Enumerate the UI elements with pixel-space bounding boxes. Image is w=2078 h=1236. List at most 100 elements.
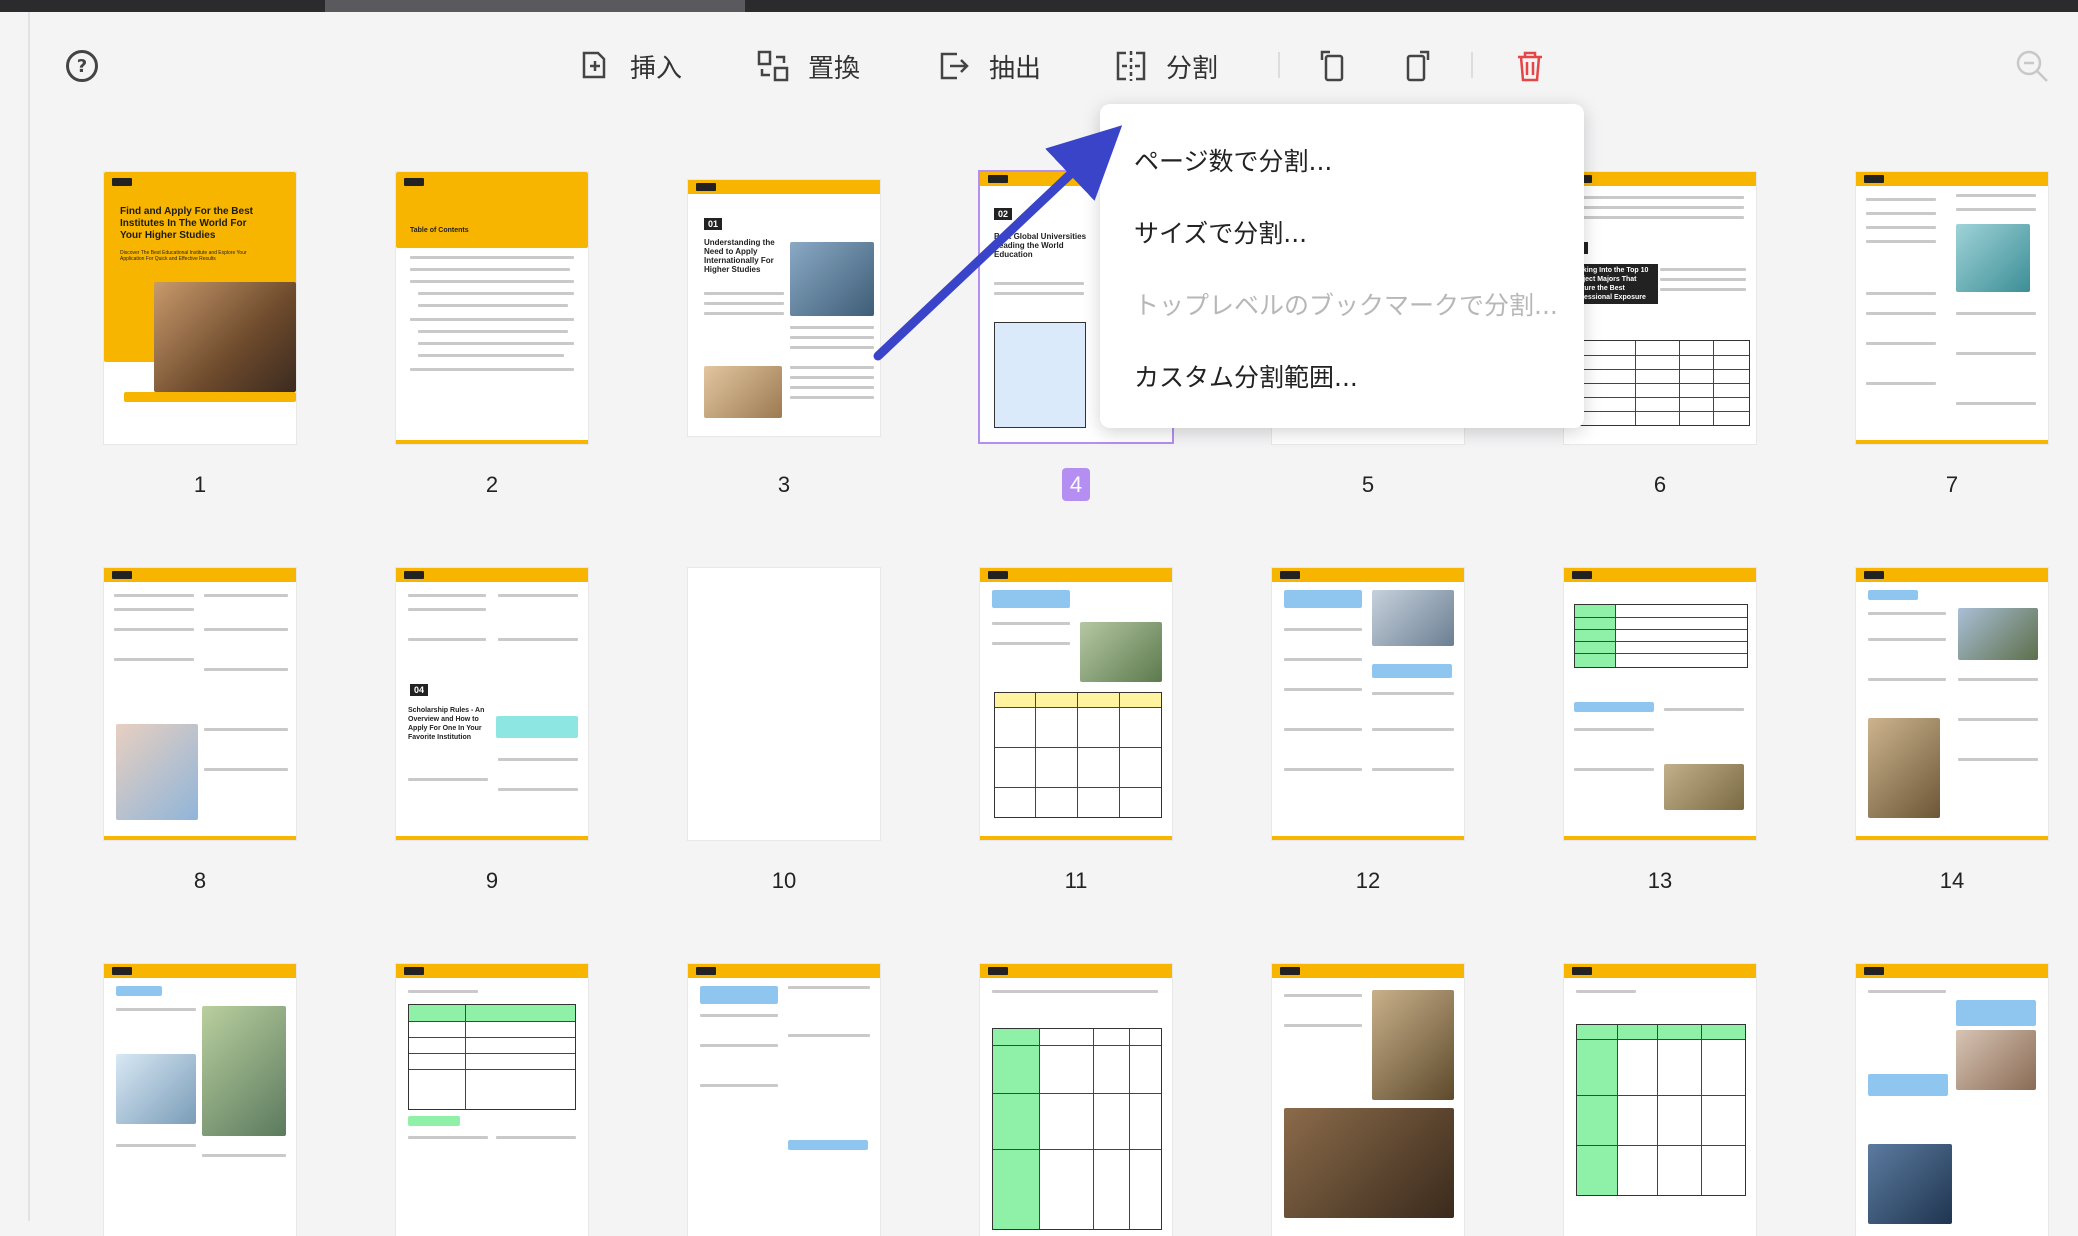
text-line (1284, 728, 1362, 731)
highlight-box (788, 1140, 868, 1150)
header-band (1272, 568, 1464, 582)
page-thumbnail[interactable]: 01 Understanding the Need to Apply Inter… (688, 180, 880, 436)
page-thumbnail[interactable] (104, 568, 296, 840)
insert-icon (582, 51, 606, 79)
text-line (1958, 758, 2038, 761)
text-line (788, 1034, 870, 1037)
page-thumbnail[interactable] (1856, 964, 2048, 1236)
page-thumbnail[interactable] (1272, 964, 1464, 1236)
toc-line (410, 256, 574, 259)
toc-line (410, 318, 574, 321)
text-line (1866, 212, 1936, 215)
content-photo (1868, 1144, 1952, 1224)
active-tab-strip (325, 0, 745, 12)
text-line (1284, 994, 1362, 997)
rotate-left-icon[interactable] (1316, 48, 1352, 84)
rotate-right-icon[interactable] (1398, 48, 1434, 84)
highlight-box (1868, 1074, 1948, 1096)
header-band (104, 568, 296, 582)
page-thumbnail[interactable] (1856, 568, 2048, 840)
text-line (116, 1008, 196, 1011)
page-thumbnail[interactable]: 03 Looking Into the Top 10 Subject Major… (1564, 172, 1756, 444)
chapter-number: 04 (410, 684, 429, 696)
text-line (700, 1084, 778, 1087)
insert-button[interactable]: 挿入 (578, 46, 682, 86)
split-button[interactable]: 分割 (1114, 46, 1218, 86)
toc-line (418, 330, 568, 333)
text-line (1956, 194, 2036, 197)
page-thumbnail[interactable] (104, 964, 296, 1236)
zoom-icon[interactable] (2014, 48, 2050, 84)
page-thumbnail[interactable] (1856, 172, 2048, 444)
help-button[interactable]: ? (66, 50, 98, 82)
page-thumbnail[interactable]: 04 Scholarship Rules - An Overview and H… (396, 568, 588, 840)
text-line (704, 292, 784, 295)
split-by-bookmark-item: トップレベルのブックマークで分割... (1134, 291, 1558, 320)
content-table (994, 692, 1162, 818)
text-line (790, 386, 874, 389)
logo (112, 571, 132, 579)
text-line (1958, 718, 2038, 721)
text-line (1372, 768, 1454, 771)
page-number: 6 (1653, 472, 1667, 497)
logo (988, 571, 1008, 579)
text-line (790, 336, 874, 339)
custom-split-range-item[interactable]: カスタム分割範囲... (1134, 358, 1358, 394)
split-by-size-item[interactable]: サイズで分割... (1134, 214, 1307, 250)
split-by-page-count-item[interactable]: ページ数で分割... (1134, 142, 1332, 178)
page-number: 7 (1945, 472, 1959, 497)
page-thumbnail[interactable] (396, 964, 588, 1236)
page-thumbnail[interactable]: Table of Contents (396, 172, 588, 444)
text-line (790, 396, 874, 399)
logo (1572, 571, 1592, 579)
text-line (1574, 728, 1654, 731)
bottom-band (396, 836, 588, 840)
header-band (980, 964, 1172, 978)
bottom-band (396, 440, 588, 444)
highlight-box (116, 986, 162, 996)
window-top-strip (0, 0, 2078, 12)
page-number: 11 (1064, 868, 1088, 893)
page-thumbnail[interactable] (688, 964, 880, 1236)
page-thumbnail-blank[interactable] (688, 568, 880, 840)
text-line (1868, 638, 1946, 641)
chapter-title: Best Global Universities Leading the Wor… (994, 232, 1087, 259)
highlight-box (1956, 1000, 2036, 1026)
header-band (1856, 964, 2048, 978)
page-number: 12 (1355, 868, 1381, 893)
text-line (1660, 278, 1746, 281)
toc-line (410, 280, 574, 283)
page-thumbnail[interactable] (1564, 964, 1756, 1236)
text-line (114, 594, 194, 597)
content-photo (1956, 1030, 2036, 1090)
content-table (1576, 1024, 1746, 1196)
page-thumbnail[interactable] (1272, 568, 1464, 840)
toc-line (418, 292, 574, 295)
text-line (1866, 240, 1936, 243)
page-thumbnail[interactable] (980, 568, 1172, 840)
page-thumbnail[interactable]: Find and Apply For the Best Institutes I… (104, 172, 296, 444)
text-line (1574, 196, 1744, 199)
text-line (202, 1154, 286, 1157)
page-thumbnail[interactable] (1564, 568, 1756, 840)
text-line (204, 594, 288, 597)
split-label: 分割 (1166, 53, 1219, 84)
cover-title: Find and Apply For the Best Institutes I… (120, 206, 253, 241)
text-line (204, 768, 288, 771)
header-band (396, 964, 588, 978)
trash-icon[interactable] (1512, 48, 1548, 84)
text-line (1868, 990, 1946, 993)
page-number: 5 (1361, 472, 1375, 497)
text-line (496, 1136, 576, 1139)
logo (1864, 571, 1884, 579)
content-table (992, 1028, 1162, 1230)
extract-button[interactable]: 抽出 (937, 46, 1041, 86)
replace-button[interactable]: 置換 (756, 46, 860, 86)
text-line (1956, 402, 2036, 405)
text-line (408, 990, 478, 993)
page-number: 13 (1647, 868, 1673, 893)
content-photo (704, 366, 782, 418)
header-band (1564, 568, 1756, 582)
page-number: 10 (771, 868, 797, 893)
page-thumbnail[interactable] (980, 964, 1172, 1236)
